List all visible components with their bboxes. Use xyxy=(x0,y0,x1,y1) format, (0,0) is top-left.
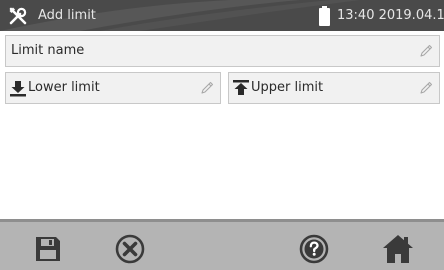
upper-limit-field[interactable]: Upper limit xyxy=(228,72,440,104)
lower-limit-field[interactable]: Lower limit xyxy=(5,72,221,104)
help-icon xyxy=(299,234,329,264)
pencil-icon xyxy=(420,44,433,57)
cancel-icon xyxy=(115,234,145,264)
battery-icon xyxy=(319,6,330,26)
lower-limit-icon xyxy=(10,81,26,97)
pencil-icon xyxy=(420,81,433,94)
limit-name-label: Limit name xyxy=(11,43,85,58)
cancel-button[interactable] xyxy=(110,230,150,268)
lower-limit-label: Lower limit xyxy=(28,80,100,95)
save-icon xyxy=(36,237,60,261)
tools-icon xyxy=(9,7,27,25)
bottom-toolbar xyxy=(0,219,444,270)
home-button[interactable] xyxy=(378,230,418,268)
limit-name-field[interactable]: Limit name xyxy=(5,35,440,67)
header-bar: Add limit 13:40 2019.04.10 xyxy=(0,0,444,31)
pencil-icon xyxy=(201,81,214,94)
help-button[interactable] xyxy=(294,230,334,268)
save-button[interactable] xyxy=(28,230,68,268)
upper-limit-icon xyxy=(233,80,249,95)
add-limit-screen: Add limit 13:40 2019.04.10 Limit name Lo… xyxy=(0,0,444,270)
home-icon xyxy=(383,235,413,263)
datetime-display: 13:40 2019.04.10 xyxy=(337,8,444,23)
page-title: Add limit xyxy=(38,8,96,23)
upper-limit-label: Upper limit xyxy=(251,80,324,95)
